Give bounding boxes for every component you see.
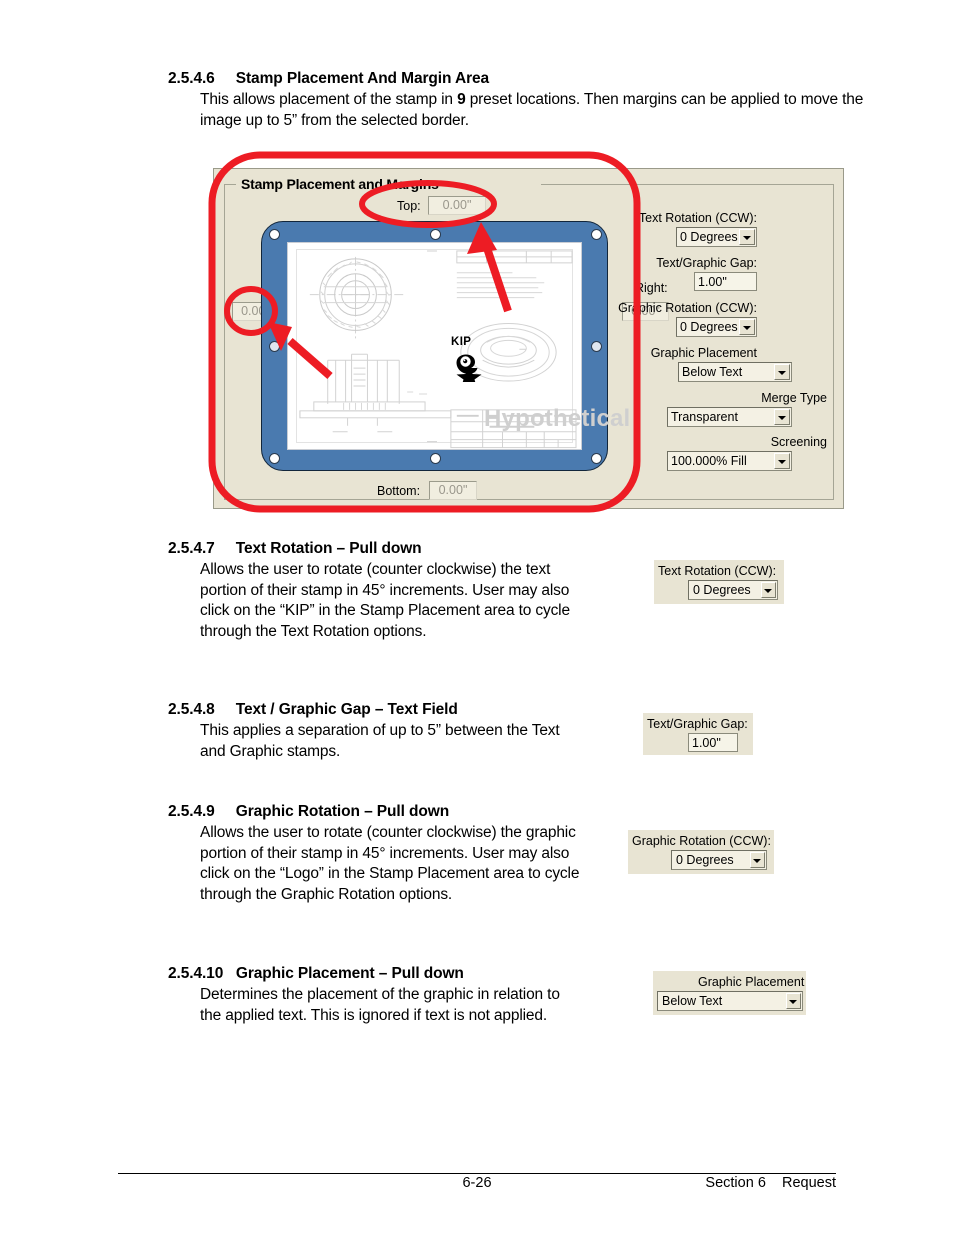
section-2549-body: Allows the user to rotate (counter clock… — [200, 824, 580, 903]
section-25410-body: Determines the placement of the graphic … — [200, 986, 560, 1024]
graphic-rotation-value: 0 Degrees — [680, 320, 738, 334]
merge-type-value: Transparent — [671, 410, 738, 424]
section-25410-title: Graphic Placement – Pull down — [235, 965, 464, 982]
footer-section-label: Section 6 Request — [705, 1175, 836, 1191]
chevron-down-icon[interactable] — [774, 364, 790, 380]
mini-graphic-placement-value: Below Text — [662, 994, 723, 1008]
graphic-placement-combo[interactable]: Below Text — [678, 362, 792, 382]
groupbox-top-edge-left — [224, 184, 236, 185]
chevron-down-icon[interactable] — [761, 582, 776, 598]
footer-divider — [118, 1173, 836, 1174]
chevron-down-icon[interactable] — [750, 852, 765, 868]
text-graphic-gap-label: Text/Graphic Gap: — [656, 256, 757, 270]
stamp-text-kip[interactable]: KIP — [451, 336, 471, 348]
chevron-down-icon[interactable] — [786, 993, 801, 1009]
mini-graphic-rotation-value: 0 Degrees — [676, 853, 734, 867]
groupbox-top-edge-right — [541, 184, 834, 185]
section-25410-number: 2.5.4.10 — [168, 965, 224, 982]
stamp-placement-dialog: Stamp Placement and Margins Top: 0.00" 0… — [213, 168, 844, 509]
chevron-down-icon[interactable] — [774, 409, 790, 425]
mini-graphic-rotation-control: Graphic Rotation (CCW): 0 Degrees — [628, 830, 774, 874]
section-2548-title: Text / Graphic Gap – Text Field — [235, 701, 458, 718]
preview-paper: KIP Hypothetical — [288, 243, 630, 449]
section-2546-body: This allows placement of the stamp in 9 … — [200, 90, 868, 131]
mini-text-rotation-combo[interactable]: 0 Degrees — [688, 580, 778, 600]
section-2547-number: 2.5.4.7 — [168, 540, 215, 557]
section-2548-body: This applies a separation of up to 5” be… — [200, 722, 560, 760]
mini-text-graphic-gap-input[interactable]: 1.00" — [688, 733, 738, 752]
section-2546: 2.5.4.6 Stamp Placement And Margin Area … — [168, 70, 868, 131]
section-2546-body-emphasis: 9 — [457, 91, 466, 108]
groupbox-title: Stamp Placement and Margins — [238, 176, 442, 192]
right-margin-label: Right: — [635, 281, 668, 295]
section-2546-heading: 2.5.4.6 Stamp Placement And Margin Area — [168, 70, 868, 88]
bottom-margin-label: Bottom: — [377, 484, 421, 498]
mini-graphic-rotation-label: Graphic Rotation (CCW): — [632, 834, 771, 848]
mini-text-rotation-value: 0 Degrees — [693, 583, 751, 597]
text-rotation-value: 0 Degrees — [680, 230, 738, 244]
placement-dot-top-left[interactable] — [269, 229, 280, 240]
section-2548-heading: 2.5.4.8 Text / Graphic Gap – Text Field — [168, 701, 868, 719]
chevron-down-icon[interactable] — [774, 453, 790, 469]
mini-text-graphic-gap-control: Text/Graphic Gap: 1.00" — [643, 713, 753, 755]
placement-dot-middle-left[interactable] — [269, 341, 280, 352]
merge-type-combo[interactable]: Transparent — [667, 407, 792, 427]
mini-text-graphic-gap-label: Text/Graphic Gap: — [647, 717, 748, 731]
mini-graphic-placement-label: Graphic Placement — [698, 975, 805, 989]
placement-dot-bottom-left[interactable] — [269, 453, 280, 464]
bottom-margin-input[interactable]: 0.00" — [429, 481, 477, 500]
screening-combo[interactable]: 100.000% Fill — [667, 451, 792, 471]
graphic-placement-value: Below Text — [682, 365, 743, 379]
screening-value: 100.000% Fill — [671, 454, 747, 468]
mini-graphic-rotation-combo[interactable]: 0 Degrees — [671, 850, 767, 870]
section-2546-body-pre: This allows placement of the stamp in — [200, 91, 458, 108]
section-2548: 2.5.4.8 Text / Graphic Gap – Text Field … — [168, 701, 868, 762]
text-rotation-label: Text Rotation (CCW): — [638, 211, 757, 225]
merge-type-label: Merge Type — [761, 391, 827, 405]
chevron-down-icon[interactable] — [739, 319, 755, 335]
mini-graphic-placement-combo[interactable]: Below Text — [657, 991, 803, 1011]
placement-dot-bottom-right[interactable] — [591, 453, 602, 464]
section-2549-heading: 2.5.4.9 Graphic Rotation – Pull down — [168, 803, 868, 821]
section-2546-title: Stamp Placement And Margin Area — [235, 70, 490, 87]
watermark-text: Hypothetical — [484, 405, 631, 432]
section-2549-number: 2.5.4.9 — [168, 803, 215, 820]
section-2547-title: Text Rotation – Pull down — [235, 540, 422, 557]
section-2548-number: 2.5.4.8 — [168, 701, 215, 718]
top-margin-label: Top: — [397, 199, 421, 213]
placement-dot-bottom-center[interactable] — [430, 453, 441, 464]
chevron-down-icon[interactable] — [739, 229, 755, 245]
kip-star-logo-icon[interactable] — [452, 350, 486, 382]
top-margin-input[interactable]: 0.00" — [428, 196, 486, 215]
stamp-placement-preview[interactable]: KIP Hypothetical — [261, 221, 630, 471]
text-rotation-combo[interactable]: 0 Degrees — [676, 227, 757, 247]
section-2547-body: Allows the user to rotate (counter clock… — [200, 561, 570, 640]
screening-label: Screening — [770, 435, 827, 449]
graphic-rotation-label: Graphic Rotation (CCW): — [618, 301, 757, 315]
placement-dot-top-right[interactable] — [591, 229, 602, 240]
graphic-rotation-combo[interactable]: 0 Degrees — [676, 317, 757, 337]
section-2549-title: Graphic Rotation – Pull down — [235, 803, 450, 820]
section-2547-heading: 2.5.4.7 Text Rotation – Pull down — [168, 540, 868, 558]
mini-text-rotation-control: Text Rotation (CCW): 0 Degrees — [654, 560, 784, 604]
graphic-placement-label: Graphic Placement — [650, 346, 757, 360]
mini-text-rotation-label: Text Rotation (CCW): — [658, 564, 777, 578]
section-2546-number: 2.5.4.6 — [168, 70, 215, 87]
mini-graphic-placement-control: Graphic Placement Below Text — [653, 971, 806, 1015]
text-graphic-gap-input[interactable]: 1.00" — [694, 272, 757, 291]
placement-dot-top-center[interactable] — [430, 229, 441, 240]
